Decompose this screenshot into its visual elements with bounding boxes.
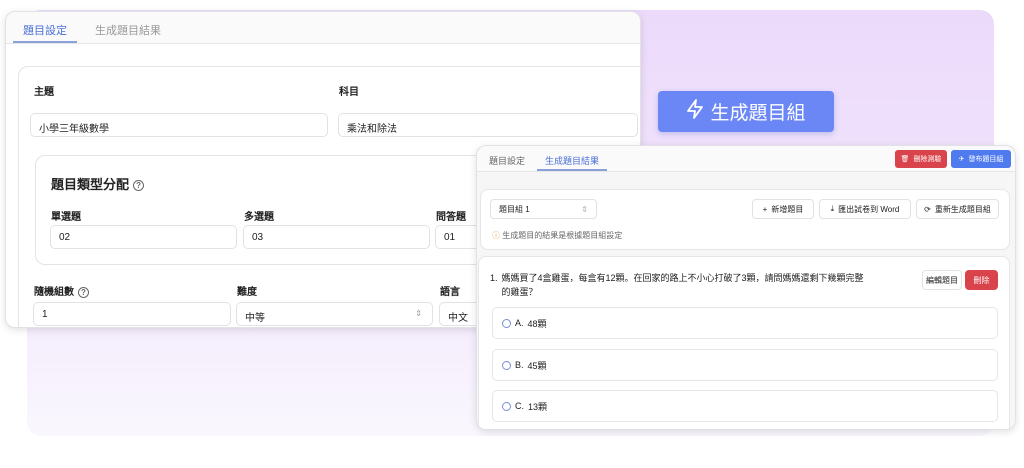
tab-question-settings[interactable]: 題目設定 <box>481 146 533 171</box>
difficulty-label: 難度 <box>237 287 257 298</box>
set-select-value: 題目組 1 <box>499 204 530 214</box>
publish-label: 發布題目組 <box>968 156 1004 163</box>
option-letter: C. <box>515 401 524 411</box>
type-distribution-title: 題目類型分配 <box>51 177 130 192</box>
option-letter: A. <box>515 318 524 328</box>
question-text: 媽媽買了4盒雞蛋，每盒有12顆。在回家的路上不小心打破了3顆，請問媽媽還剩下幾顆… <box>501 273 864 297</box>
language-label: 語言 <box>440 287 460 298</box>
radio-icon <box>502 360 511 370</box>
chevron-updown-icon: ⇕ <box>581 204 588 214</box>
topic-label: 主題 <box>34 87 54 98</box>
single-choice-label: 單選題 <box>51 212 81 223</box>
difficulty-select[interactable]: 中等 ⇕ <box>236 302 433 326</box>
option-c[interactable]: C. 13顆 <box>492 390 998 422</box>
export-word-label: 匯出試卷到 Word <box>838 204 900 214</box>
tab-generated-results[interactable]: 生成題目結果 <box>537 146 608 171</box>
help-icon[interactable]: ? <box>78 286 89 298</box>
option-letter: B. <box>515 360 524 370</box>
subject-input[interactable]: 乘法和除法 <box>338 113 638 137</box>
export-word-button[interactable]: ⤓ 匯出試卷到 Word <box>819 199 911 219</box>
option-a[interactable]: A. 48顆 <box>492 307 998 339</box>
help-icon[interactable]: ? <box>133 180 145 192</box>
add-question-button[interactable]: + 新增題目 <box>752 199 814 219</box>
rocket-icon: ✈ <box>958 156 965 163</box>
random-sets-input[interactable]: 1 <box>33 302 231 326</box>
trash-icon: 🗑 <box>900 156 910 163</box>
edit-question-button[interactable]: 編輯題目 <box>922 270 962 290</box>
option-text: 45顆 <box>527 360 547 371</box>
lightning-icon <box>686 98 704 125</box>
subject-label: 科目 <box>339 87 359 98</box>
single-choice-input[interactable]: 02 <box>50 225 237 249</box>
option-text: 48顆 <box>527 318 547 329</box>
tab-generated-results[interactable]: 生成題目結果 <box>85 12 171 43</box>
radio-icon <box>502 401 511 411</box>
regenerate-label: 重新生成題目組 <box>934 204 991 214</box>
tab-question-settings[interactable]: 題目設定 <box>13 12 77 43</box>
regenerate-button[interactable]: ⟳ 重新生成題目組 <box>916 199 999 219</box>
add-question-label: 新增題目 <box>771 204 804 214</box>
results-window: 題目設定 生成題目結果 🗑 刪除測驗 ✈ 發布題目組 題目組 1 ⇕ + 新增題目 ⤓ 匯… <box>476 145 1016 430</box>
option-b[interactable]: B. 45顆 <box>492 349 998 381</box>
download-icon: ⤓ <box>830 204 835 213</box>
plus-icon: + <box>762 204 768 214</box>
generate-label: 生成題目組 <box>710 103 806 124</box>
short-answer-label: 問答題 <box>436 212 466 223</box>
question-set-select[interactable]: 題目組 1 ⇕ <box>490 199 597 219</box>
radio-icon <box>502 318 511 328</box>
option-text: 13顆 <box>528 401 548 412</box>
question-card: 1. 媽媽買了4盒雞蛋，每盒有12顆。在回家的路上不小心打破了3顆，請問媽媽還剩… <box>478 256 1010 429</box>
topic-input[interactable]: 小學三年級數學 <box>30 113 328 137</box>
generate-question-set-button[interactable]: 生成題目組 <box>658 91 834 132</box>
publish-button[interactable]: ✈ 發布題目組 <box>951 150 1011 168</box>
difficulty-value: 中等 <box>245 313 265 324</box>
notice-text: 生成題目的結果是根據題目組設定 <box>502 231 623 240</box>
delete-exam-label: 刪除測驗 <box>913 156 942 163</box>
delete-question-button[interactable]: 刪除 <box>965 270 998 290</box>
set-toolbar: 題目組 1 ⇕ + 新增題目 ⤓ 匯出試卷到 Word ⟳ 重新生成題目組 ⓘ 生成題目… <box>480 189 1010 250</box>
tab-bar: 題目設定 生成題目結果 <box>6 12 640 44</box>
random-sets-label: 隨機組數 <box>34 287 74 298</box>
info-icon: ⓘ <box>492 231 500 240</box>
multi-choice-label: 多選題 <box>244 212 274 223</box>
question-number: 1. <box>490 273 498 283</box>
refresh-icon: ⟳ <box>924 204 931 214</box>
chevron-updown-icon: ⇕ <box>415 309 422 318</box>
delete-exam-button[interactable]: 🗑 刪除測驗 <box>895 150 947 168</box>
multi-choice-input[interactable]: 03 <box>243 225 430 249</box>
